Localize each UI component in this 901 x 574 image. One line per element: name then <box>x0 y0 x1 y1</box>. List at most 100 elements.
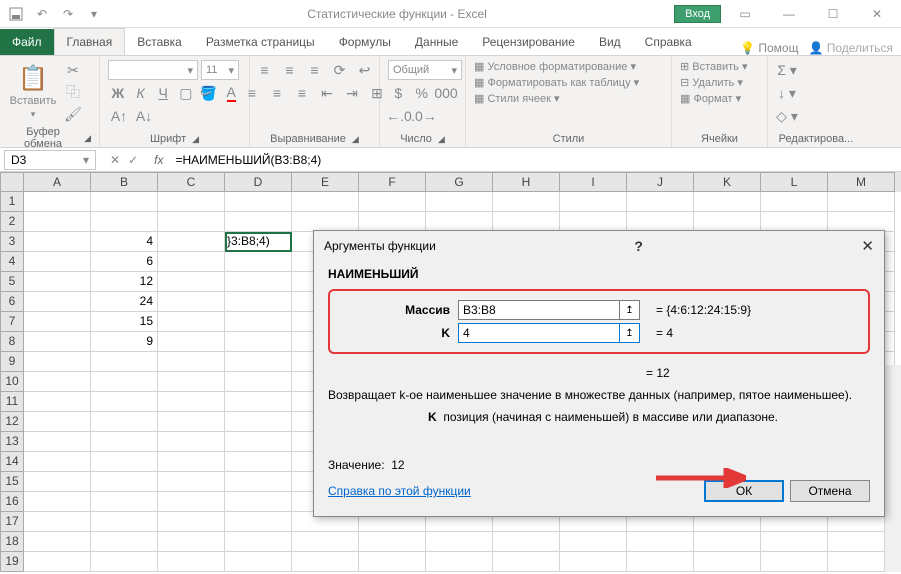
autosum-icon[interactable]: Σ ▾ <box>776 60 798 80</box>
maximize-icon[interactable]: ☐ <box>813 2 853 26</box>
increase-font-icon[interactable]: A↑ <box>108 106 130 126</box>
cell[interactable] <box>158 312 225 332</box>
cell[interactable] <box>24 332 91 352</box>
copy-icon[interactable]: ⿻ <box>62 82 84 102</box>
cell[interactable] <box>627 192 694 212</box>
cell[interactable] <box>158 232 225 252</box>
decrease-font-icon[interactable]: A↓ <box>133 106 155 126</box>
cell[interactable] <box>91 412 158 432</box>
cell[interactable] <box>91 532 158 552</box>
fx-icon[interactable]: fx <box>148 153 169 167</box>
increase-decimal-icon[interactable]: ←.0 <box>388 106 410 126</box>
cell[interactable] <box>24 492 91 512</box>
save-icon[interactable] <box>4 2 28 26</box>
increase-indent-icon[interactable]: ⇥ <box>341 83 363 103</box>
cell[interactable] <box>24 472 91 492</box>
cell[interactable] <box>91 512 158 532</box>
cell[interactable] <box>158 212 225 232</box>
cell[interactable] <box>91 352 158 372</box>
cell[interactable] <box>225 392 292 412</box>
col-header[interactable]: M <box>828 172 895 192</box>
delete-cells-button[interactable]: ⊟ Удалить ▾ <box>680 76 743 89</box>
cell[interactable] <box>225 372 292 392</box>
cell[interactable] <box>560 192 627 212</box>
ribbon-display-icon[interactable]: ▭ <box>725 2 765 26</box>
cell[interactable] <box>426 192 493 212</box>
col-header[interactable]: K <box>694 172 761 192</box>
cell[interactable] <box>225 332 292 352</box>
cell[interactable] <box>91 552 158 572</box>
align-middle-icon[interactable]: ≡ <box>279 60 301 80</box>
formula-bar[interactable]: =НАИМЕНЬШИЙ(B3:B8;4) <box>169 151 901 169</box>
conditional-formatting-button[interactable]: ▦ Условное форматирование ▾ <box>474 60 636 73</box>
col-header[interactable]: G <box>426 172 493 192</box>
row-header[interactable]: 12 <box>0 412 24 432</box>
row-header[interactable]: 1 <box>0 192 24 212</box>
row-header[interactable]: 8 <box>0 332 24 352</box>
cell[interactable] <box>560 212 627 232</box>
border-icon[interactable]: ▢ <box>176 83 196 103</box>
cell[interactable] <box>225 292 292 312</box>
share-button[interactable]: 👤 Поделиться <box>808 41 893 55</box>
cell[interactable]: 9 <box>91 332 158 352</box>
cell[interactable] <box>24 192 91 212</box>
row-header[interactable]: 6 <box>0 292 24 312</box>
cell[interactable] <box>158 392 225 412</box>
select-all-corner[interactable] <box>0 172 24 192</box>
cell[interactable] <box>225 192 292 212</box>
cell[interactable] <box>24 432 91 452</box>
col-header[interactable]: D <box>225 172 292 192</box>
name-box[interactable]: D3▾ <box>4 150 96 170</box>
row-header[interactable]: 4 <box>0 252 24 272</box>
cell[interactable] <box>225 212 292 232</box>
decrease-indent-icon[interactable]: ⇤ <box>316 83 338 103</box>
cell[interactable] <box>493 552 560 572</box>
cell[interactable] <box>225 512 292 532</box>
cell[interactable] <box>158 332 225 352</box>
row-header[interactable]: 19 <box>0 552 24 572</box>
cell[interactable] <box>91 492 158 512</box>
cell[interactable] <box>225 412 292 432</box>
arg1-input[interactable] <box>458 300 620 320</box>
tell-me-icon[interactable]: 💡 Помощ <box>740 41 798 55</box>
cell[interactable] <box>158 292 225 312</box>
cell[interactable] <box>24 232 91 252</box>
cell[interactable] <box>359 192 426 212</box>
row-header[interactable]: 15 <box>0 472 24 492</box>
col-header[interactable]: E <box>292 172 359 192</box>
cell[interactable]: }3:B8;4) <box>225 232 292 252</box>
login-button[interactable]: Вход <box>674 5 721 23</box>
tab-home[interactable]: Главная <box>54 28 126 55</box>
fill-icon[interactable]: ↓ ▾ <box>776 83 798 103</box>
redo-icon[interactable]: ↷ <box>56 2 80 26</box>
cell[interactable] <box>225 252 292 272</box>
row-header[interactable]: 2 <box>0 212 24 232</box>
enter-formula-icon[interactable]: ✓ <box>128 153 138 167</box>
cell[interactable] <box>426 552 493 572</box>
decrease-decimal-icon[interactable]: .0→ <box>413 106 435 126</box>
cell-styles-button[interactable]: ▦ Стили ячеек ▾ <box>474 92 560 105</box>
cell[interactable] <box>158 192 225 212</box>
row-header[interactable]: 11 <box>0 392 24 412</box>
dialog-help-icon[interactable]: ? <box>634 238 643 254</box>
col-header[interactable]: B <box>91 172 158 192</box>
row-header[interactable]: 14 <box>0 452 24 472</box>
cell[interactable] <box>761 192 828 212</box>
col-header[interactable]: L <box>761 172 828 192</box>
row-header[interactable]: 13 <box>0 432 24 452</box>
cell[interactable] <box>24 552 91 572</box>
cell[interactable]: 4 <box>91 232 158 252</box>
cell[interactable] <box>158 432 225 452</box>
number-format-combo[interactable]: Общий▾ <box>388 60 462 80</box>
tab-insert[interactable]: Вставка <box>125 29 194 55</box>
cell[interactable] <box>24 452 91 472</box>
align-top-icon[interactable]: ≡ <box>254 60 276 80</box>
row-header[interactable]: 18 <box>0 532 24 552</box>
cell[interactable]: 6 <box>91 252 158 272</box>
col-header[interactable]: F <box>359 172 426 192</box>
row-header[interactable]: 10 <box>0 372 24 392</box>
cell[interactable] <box>359 532 426 552</box>
cell[interactable] <box>24 292 91 312</box>
tab-formulas[interactable]: Формулы <box>327 29 403 55</box>
cell[interactable] <box>761 212 828 232</box>
